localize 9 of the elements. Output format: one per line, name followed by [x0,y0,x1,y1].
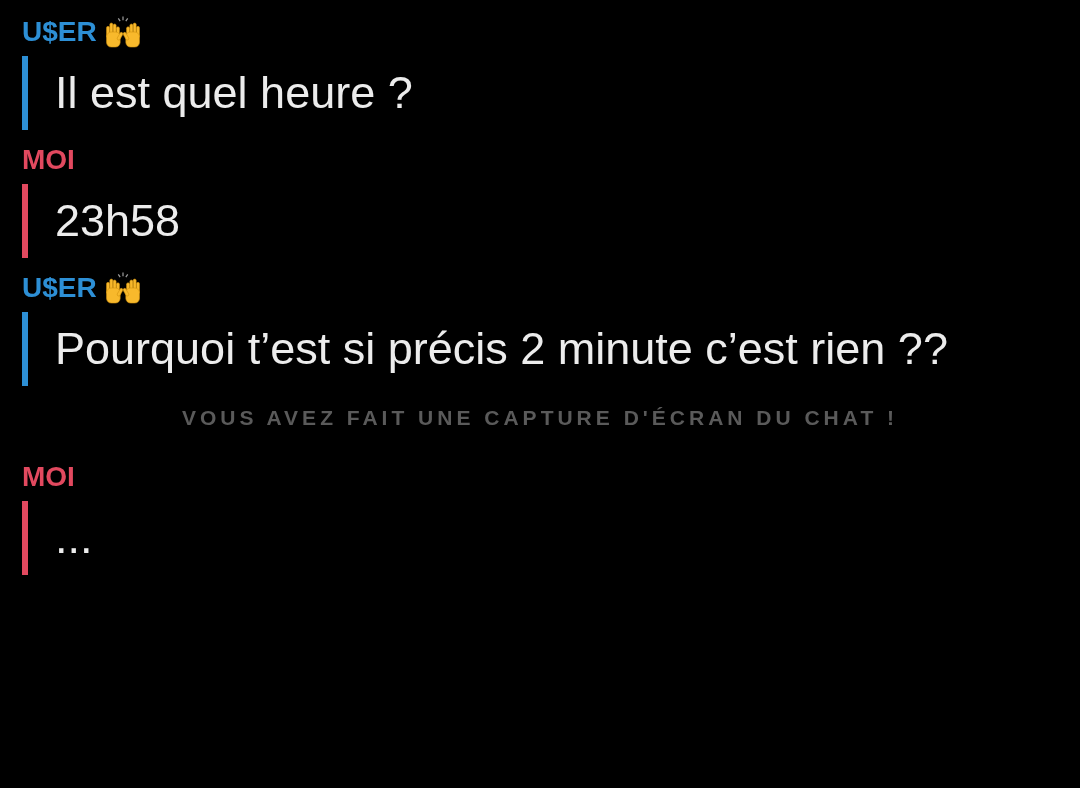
message-text: 23h58 [55,194,181,248]
message-text: Il est quel heure ? [55,66,413,120]
screenshot-notice: VOUS AVEZ FAIT UNE CAPTURE D'ÉCRAN DU CHAT ! [181,406,899,430]
sender-name: U$ER [22,274,97,302]
sender-name: U$ER [22,18,97,46]
message-text: Pourquoi t’est si précis 2 minute c’est rien ?? [55,322,948,376]
sender-name: MOI [22,463,75,491]
message-text: ... [55,511,93,565]
sender-name: MOI [22,146,75,174]
